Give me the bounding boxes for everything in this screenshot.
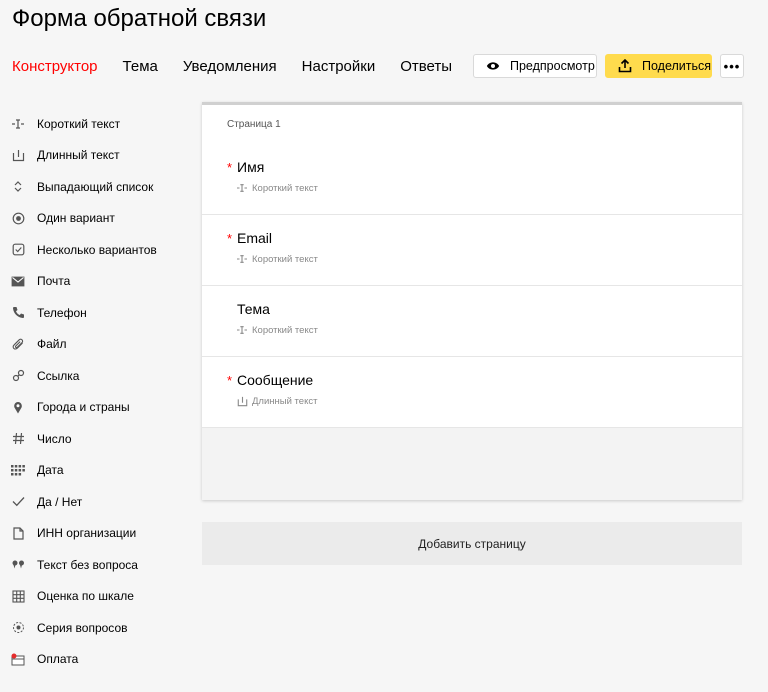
question-title: Тема (237, 301, 270, 317)
question-card-message[interactable]: * Сообщение Длинный текст (202, 356, 742, 428)
sidebar-item-inn[interactable]: ИНН организации (10, 518, 190, 550)
sidebar-item-series[interactable]: Серия вопросов (10, 612, 190, 644)
tab-constructor[interactable]: Конструктор (12, 58, 98, 76)
checkbox-icon (10, 242, 26, 258)
sidebar-item-multiple-choice[interactable]: Несколько вариантов (10, 234, 190, 266)
sidebar-item-label: Короткий текст (37, 116, 121, 131)
scale-grid-icon (10, 588, 26, 604)
question-type-label: Короткий текст (252, 182, 318, 194)
sidebar-item-label: Города и страны (37, 400, 130, 415)
sidebar-item-date[interactable]: Дата (10, 455, 190, 487)
sidebar-item-number[interactable]: Число (10, 423, 190, 455)
question-title: Имя (237, 159, 265, 175)
payment-icon (10, 651, 26, 667)
question-card-name[interactable]: * Имя Короткий текст (202, 143, 742, 215)
sidebar-item-label: Оплата (37, 652, 79, 667)
question-card-email[interactable]: * Email Короткий текст (202, 214, 742, 286)
sidebar-item-text-no-question[interactable]: Текст без вопроса (10, 549, 190, 581)
more-button[interactable]: ••• (720, 54, 744, 78)
question-type-label: Короткий текст (252, 324, 318, 336)
location-pin-icon (10, 399, 26, 415)
sidebar-item-label: Выпадающий список (37, 179, 154, 194)
long-text-icon (10, 147, 26, 163)
form-page-card: Страница 1 * Имя Короткий текст * Email … (202, 102, 742, 500)
sidebar-item-label: Несколько вариантов (37, 242, 157, 257)
mail-icon (10, 273, 26, 289)
sidebar-item-label: ИНН организации (37, 526, 137, 541)
link-icon (10, 368, 26, 384)
question-type: Короткий текст (236, 253, 318, 265)
question-types-sidebar: Короткий текст Длинный текст Выпадающий … (10, 108, 190, 675)
question-type: Длинный текст (236, 395, 317, 407)
sidebar-item-label: Длинный текст (37, 148, 120, 163)
short-text-icon (236, 324, 248, 336)
tab-settings[interactable]: Настройки (302, 58, 376, 76)
sidebar-item-label: Ссылка (37, 368, 80, 383)
sidebar-item-short-text[interactable]: Короткий текст (10, 108, 190, 140)
sidebar-item-yes-no[interactable]: Да / Нет (10, 486, 190, 518)
page-label: Страница 1 (227, 119, 281, 130)
sidebar-item-label: Телефон (37, 305, 87, 320)
sidebar-item-label: Один вариант (37, 211, 115, 226)
question-title: Сообщение (237, 372, 314, 388)
sidebar-item-label: Серия вопросов (37, 620, 128, 635)
short-text-icon (10, 116, 26, 132)
sidebar-item-link[interactable]: Ссылка (10, 360, 190, 392)
more-dots-icon: ••• (723, 58, 741, 74)
add-page-button[interactable]: Добавить страницу (202, 522, 742, 565)
quote-icon (10, 557, 26, 573)
question-type-label: Длинный текст (252, 395, 318, 407)
question-type-label: Короткий текст (252, 253, 318, 265)
paperclip-icon (10, 336, 26, 352)
main-tabs: Конструктор Тема Уведомления Настройки О… (12, 58, 477, 76)
sidebar-item-long-text[interactable]: Длинный текст (10, 140, 190, 172)
phone-icon (10, 305, 26, 321)
preview-label: Предпросмотр (510, 59, 595, 73)
sidebar-item-mail[interactable]: Почта (10, 266, 190, 298)
sidebar-item-label: Число (37, 431, 72, 446)
calendar-icon (10, 462, 26, 478)
tab-answers[interactable]: Ответы (400, 58, 452, 76)
sidebar-item-file[interactable]: Файл (10, 329, 190, 361)
sidebar-item-payment[interactable]: Оплата (10, 644, 190, 676)
sidebar-item-label: Файл (37, 337, 67, 352)
header-actions: Предпросмотр Поделиться ••• (473, 54, 744, 78)
tab-notifications[interactable]: Уведомления (183, 58, 277, 76)
sidebar-item-dropdown[interactable]: Выпадающий список (10, 171, 190, 203)
eye-icon (486, 59, 500, 73)
question-title: Email (237, 230, 273, 246)
dropdown-icon (10, 179, 26, 195)
sidebar-item-single-choice[interactable]: Один вариант (10, 203, 190, 235)
upload-icon (618, 59, 632, 73)
sidebar-item-cities[interactable]: Города и страны (10, 392, 190, 424)
radio-icon (10, 210, 26, 226)
sidebar-item-phone[interactable]: Телефон (10, 297, 190, 329)
question-type: Короткий текст (236, 324, 318, 336)
question-card-subject[interactable]: Тема Короткий текст (202, 285, 742, 357)
page-title: Форма обратной связи (12, 5, 267, 32)
short-text-icon (236, 182, 248, 194)
share-label: Поделиться (642, 59, 712, 73)
sidebar-item-label: Текст без вопроса (37, 557, 138, 572)
check-icon (10, 494, 26, 510)
short-text-icon (236, 253, 248, 265)
document-icon (10, 525, 26, 541)
required-marker: * (227, 231, 233, 246)
question-type: Короткий текст (236, 182, 318, 194)
required-marker: * (227, 373, 233, 388)
share-button[interactable]: Поделиться (605, 54, 712, 78)
tab-theme[interactable]: Тема (123, 58, 158, 76)
sidebar-item-scale[interactable]: Оценка по шкале (10, 581, 190, 613)
sidebar-item-label: Оценка по шкале (37, 589, 134, 604)
sidebar-item-label: Дата (37, 463, 64, 478)
sidebar-item-label: Почта (37, 274, 71, 289)
hash-icon (10, 431, 26, 447)
preview-button[interactable]: Предпросмотр (473, 54, 597, 78)
required-marker: * (227, 160, 233, 175)
drop-zone[interactable] (202, 428, 742, 500)
sidebar-item-label: Да / Нет (37, 494, 83, 509)
long-text-icon (236, 395, 248, 407)
series-icon (10, 620, 26, 636)
